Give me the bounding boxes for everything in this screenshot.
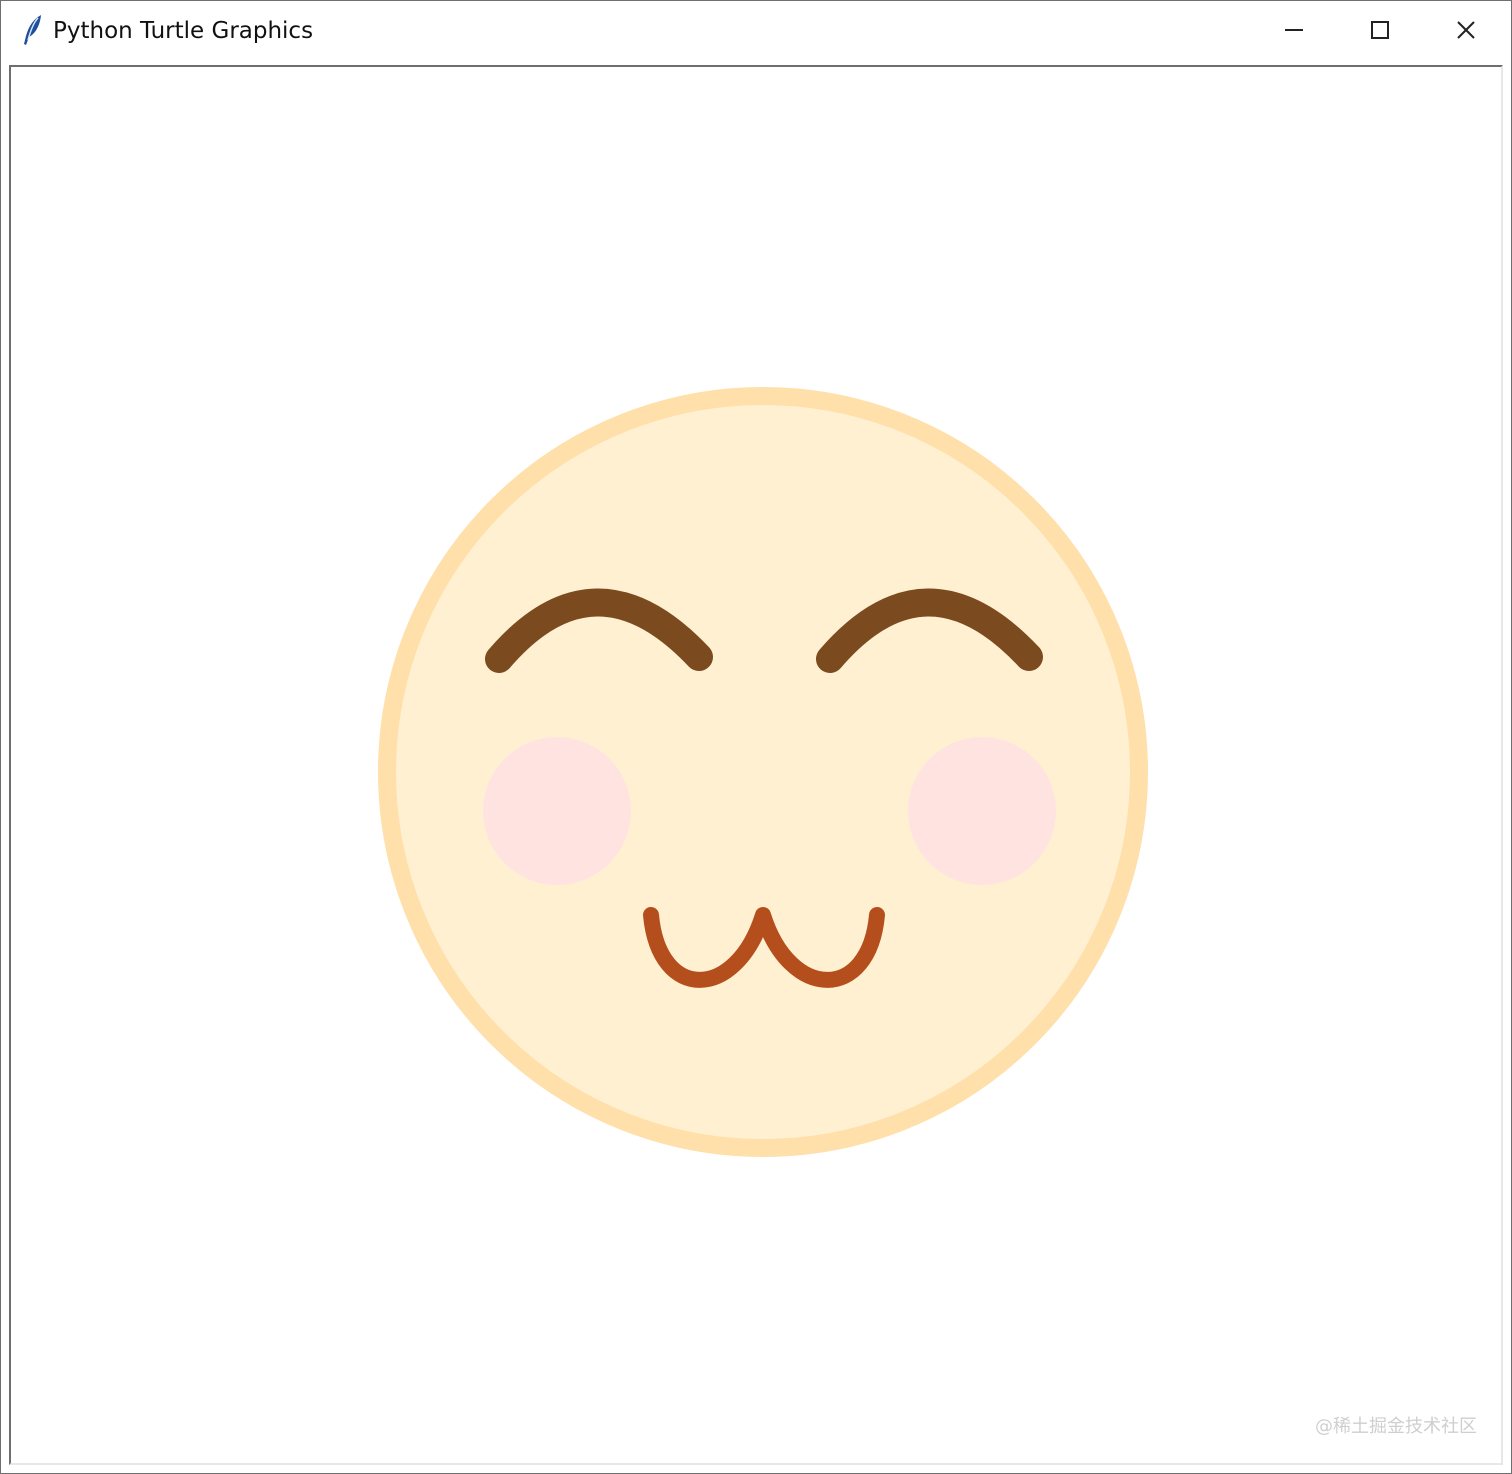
title-bar[interactable]: Python Turtle Graphics — [1, 1, 1511, 63]
feather-icon — [19, 13, 45, 47]
close-button[interactable] — [1423, 1, 1509, 59]
turtle-window: Python Turtle Graphics @稀土掘金技术社区 — [0, 0, 1512, 1474]
minimize-icon — [1283, 19, 1305, 41]
maximize-icon — [1369, 19, 1391, 41]
right-blush — [908, 737, 1056, 885]
watermark: @稀土掘金技术社区 — [1315, 1416, 1477, 1437]
maximize-button[interactable] — [1337, 1, 1423, 59]
turtle-drawing — [378, 387, 1148, 1157]
window-title: Python Turtle Graphics — [53, 18, 314, 44]
minimize-button[interactable] — [1251, 1, 1337, 59]
close-icon — [1455, 19, 1477, 41]
turtle-canvas[interactable]: @稀土掘金技术社区 — [9, 65, 1503, 1465]
left-blush — [483, 737, 631, 885]
